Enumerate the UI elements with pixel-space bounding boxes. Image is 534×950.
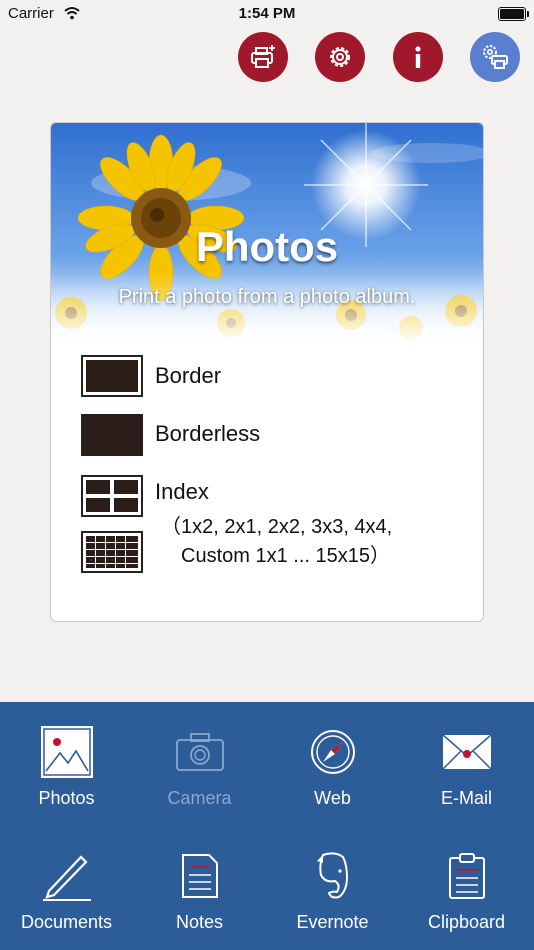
camera-icon	[175, 733, 224, 771]
printer-settings-button[interactable]	[470, 32, 520, 82]
photos-card[interactable]: Photos Print a photo from a photo album.…	[50, 122, 484, 622]
info-button[interactable]	[393, 32, 443, 82]
tab-email[interactable]: E-Mail	[400, 702, 533, 826]
tab-email-label: E-Mail	[440, 788, 492, 808]
tab-web-label: Web	[314, 788, 351, 808]
card-subtitle: Print a photo from a photo album.	[118, 286, 416, 308]
index-detail-line2: Custom 1x1 ... 15x15）	[181, 545, 390, 567]
gear-icon	[330, 47, 350, 67]
tab-evernote-label: Evernote	[296, 912, 369, 932]
clock: 1:54 PM	[238, 5, 296, 22]
tab-documents[interactable]: Documents	[0, 826, 133, 950]
compass-icon	[310, 730, 355, 774]
tab-evernote[interactable]: Evernote	[266, 826, 399, 950]
evernote-icon	[316, 852, 348, 899]
note-icon	[181, 854, 218, 898]
index-layout-icon	[81, 475, 143, 573]
settings-button[interactable]	[315, 32, 365, 82]
tab-photos-label: Photos	[38, 788, 95, 808]
index-detail-line1: （1x2, 2x1, 2x2, 3x3, 4x4,	[161, 516, 393, 538]
battery-icon	[498, 7, 529, 21]
printer-gear-icon	[483, 45, 508, 69]
printer-plus-icon	[251, 45, 275, 68]
tab-documents-label: Documents	[20, 912, 113, 932]
tab-camera-label: Camera	[167, 788, 232, 808]
bottom-tab-bar: Photos Camera Web E-Mail Documents Notes…	[0, 702, 534, 950]
tab-clipboard[interactable]: Clipboard	[400, 826, 533, 950]
tab-photos[interactable]: Photos	[0, 702, 133, 826]
card-title: Photos	[195, 223, 339, 270]
tab-web[interactable]: Web	[266, 702, 399, 826]
hero-banner: Photos Print a photo from a photo album.	[51, 123, 483, 345]
index-label: Index	[155, 479, 209, 504]
add-printer-button[interactable]	[238, 32, 288, 82]
tab-notes[interactable]: Notes	[133, 826, 266, 950]
border-label: Border	[155, 363, 222, 388]
info-icon	[415, 46, 421, 68]
border-layout-icon	[81, 355, 143, 397]
borderless-label: Borderless	[155, 421, 261, 446]
photo-icon	[40, 726, 93, 778]
borderless-layout-icon	[81, 414, 143, 456]
status-bar: Carrier 1:54 PM	[0, 0, 534, 28]
envelope-icon	[441, 734, 492, 770]
tab-notes-label: Notes	[175, 912, 224, 932]
tab-clipboard-label: Clipboard	[427, 912, 506, 932]
clipboard-icon	[448, 853, 485, 899]
tab-camera[interactable]: Camera	[133, 702, 266, 826]
pen-icon	[42, 855, 91, 901]
